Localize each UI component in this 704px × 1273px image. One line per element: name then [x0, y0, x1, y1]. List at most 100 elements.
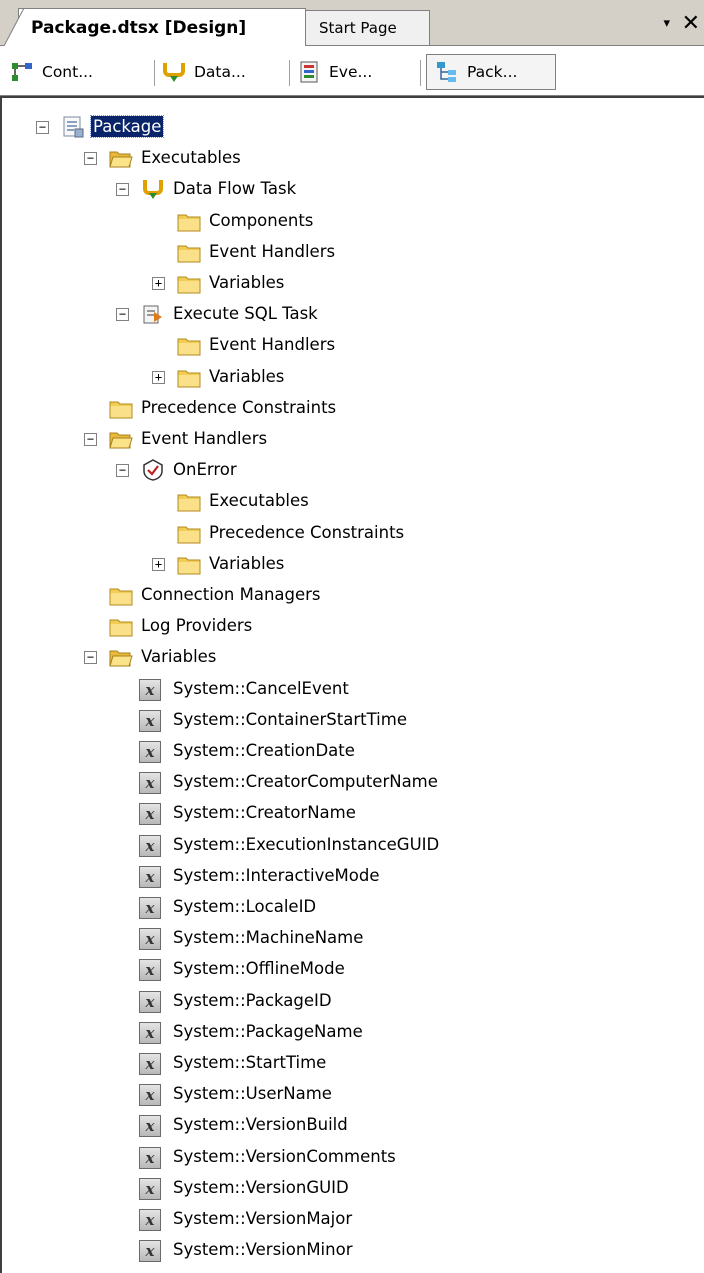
chevron-down-icon[interactable]: ▾	[663, 16, 670, 31]
tree-node-execute-sql-task[interactable]: − Execute SQL Task	[2, 299, 702, 330]
package-explorer-icon	[437, 62, 456, 82]
tree-node-label: System::CreationDate	[173, 741, 355, 760]
tree-node-data-flow-task[interactable]: − Data Flow Task	[2, 174, 702, 205]
variable-icon: x	[139, 928, 161, 950]
tree-node-variables[interactable]: + Variables	[2, 268, 702, 299]
variable-icon: x	[139, 1209, 161, 1231]
tree-node-executables[interactable]: Executables	[2, 486, 702, 517]
tree-node-onerror[interactable]: − OnError	[2, 455, 702, 486]
tree-node-system-versionmajor[interactable]: x System::VersionMajor	[2, 1204, 702, 1235]
collapse-icon[interactable]: −	[116, 308, 129, 321]
tree-node-components[interactable]: Components	[2, 206, 702, 237]
folder-icon	[177, 242, 201, 264]
tree-node-label: Executables	[209, 491, 309, 510]
package-icon	[61, 116, 85, 138]
tree-node-system-starttime[interactable]: x System::StartTime	[2, 1048, 702, 1079]
folder-icon	[109, 585, 133, 607]
tree-node-system-username[interactable]: x System::UserName	[2, 1079, 702, 1110]
tree-node-event-handlers[interactable]: − Event Handlers	[2, 424, 702, 455]
tree-node-label: System::ContainerStartTime	[173, 710, 407, 729]
tab-package-design[interactable]: Package.dtsx [Design]	[18, 8, 306, 46]
collapse-icon[interactable]: −	[84, 433, 97, 446]
tree-node-precedence-constraints[interactable]: Precedence Constraints	[2, 518, 702, 549]
expand-icon[interactable]: +	[152, 371, 165, 384]
tree-node-label: System::CreatorComputerName	[173, 772, 438, 791]
tree-node-system-creationdate[interactable]: x System::CreationDate	[2, 736, 702, 767]
tree-node-label: System::VersionGUID	[173, 1178, 349, 1197]
tab-control-flow[interactable]: Cont...	[10, 54, 93, 90]
variable-icon: x	[139, 1178, 161, 1200]
collapse-icon[interactable]: −	[116, 464, 129, 477]
tab-separator	[420, 60, 421, 86]
tab-event-handlers[interactable]: Eve...	[297, 54, 372, 90]
tree-node-label: System::InteractiveMode	[173, 866, 380, 885]
close-icon[interactable]: ✕	[682, 11, 700, 36]
tree-node-system-creatorname[interactable]: x System::CreatorName	[2, 798, 702, 829]
tree-node-label: System::VersionMinor	[173, 1240, 353, 1259]
tab-package-explorer[interactable]: Pack...	[426, 54, 556, 90]
tree-node-label: System::StartTime	[173, 1053, 327, 1072]
tree-node-event-handlers[interactable]: Event Handlers	[2, 330, 702, 361]
variable-icon: x	[139, 772, 161, 794]
tab-edge-decoration	[4, 8, 24, 46]
variable-icon: x	[139, 1115, 161, 1137]
tree-node-system-creatorcomputername[interactable]: x System::CreatorComputerName	[2, 767, 702, 798]
tree-node-label: Components	[209, 211, 314, 230]
variable-icon: x	[139, 1240, 161, 1262]
tree-node-system-packagename[interactable]: x System::PackageName	[2, 1017, 702, 1048]
tree-node-variables[interactable]: − Variables	[2, 642, 702, 673]
tree-node-system-cancelevent[interactable]: x System::CancelEvent	[2, 674, 702, 705]
tree-node-system-packageid[interactable]: x System::PackageID	[2, 986, 702, 1017]
tree-node-label: System::VersionBuild	[173, 1115, 348, 1134]
tree-node-system-versionminor[interactable]: x System::VersionMinor	[2, 1235, 702, 1266]
tree-node-precedence-constraints[interactable]: Precedence Constraints	[2, 393, 702, 424]
expand-icon[interactable]: +	[152, 277, 165, 290]
collapse-icon[interactable]: −	[36, 121, 49, 134]
tree-node-system-localeid[interactable]: x System::LocaleID	[2, 892, 702, 923]
folder-icon	[177, 554, 201, 576]
tree-node-executables[interactable]: − Executables	[2, 143, 702, 174]
folder-icon	[177, 335, 201, 357]
variable-icon: x	[139, 866, 161, 888]
event-handlers-icon	[300, 61, 318, 83]
tab-start-page[interactable]: Start Page	[296, 10, 430, 45]
tab-label: Package.dtsx [Design]	[31, 17, 247, 38]
tree-node-system-executioninstanceguid[interactable]: x System::ExecutionInstanceGUID	[2, 830, 702, 861]
tree-node-system-offlinemode[interactable]: x System::OfflineMode	[2, 954, 702, 985]
tree-node-system-versioncomments[interactable]: x System::VersionComments	[2, 1142, 702, 1173]
view-tab-label: Cont...	[42, 63, 93, 81]
expand-icon[interactable]: +	[152, 558, 165, 571]
tree-node-variables[interactable]: + Variables	[2, 362, 702, 393]
tree-node-system-interactivemode[interactable]: x System::InteractiveMode	[2, 861, 702, 892]
tree-node-label: Log Providers	[141, 616, 253, 635]
variable-icon: x	[139, 897, 161, 919]
tree-node-label: OnError	[173, 460, 237, 479]
tree-node-label: Variables	[141, 647, 217, 666]
folder-icon	[177, 273, 201, 295]
tree-node-event-handlers[interactable]: Event Handlers	[2, 237, 702, 268]
tree-node-package[interactable]: − Package	[2, 112, 702, 143]
tree-node-label: System::ExecutionInstanceGUID	[173, 835, 440, 854]
tree-node-variables[interactable]: + Variables	[2, 549, 702, 580]
execute-sql-task-icon	[141, 303, 165, 325]
tree-node-log-providers[interactable]: Log Providers	[2, 611, 702, 642]
explorer-view-tabs: Cont... Data... Eve... Pack...	[0, 46, 704, 96]
tab-data-flow[interactable]: Data...	[162, 54, 246, 90]
folder-open-icon	[109, 646, 133, 668]
variable-icon: x	[139, 835, 161, 857]
collapse-icon[interactable]: −	[116, 183, 129, 196]
folder-icon	[177, 367, 201, 389]
folder-open-icon	[109, 147, 133, 169]
tree-node-system-versionbuild[interactable]: x System::VersionBuild	[2, 1110, 702, 1141]
tab-separator	[289, 60, 290, 86]
variable-icon: x	[139, 1022, 161, 1044]
collapse-icon[interactable]: −	[84, 152, 97, 165]
tree-node-system-machinename[interactable]: x System::MachineName	[2, 923, 702, 954]
variable-icon: x	[139, 710, 161, 732]
tree-node-label: Data Flow Task	[173, 179, 297, 198]
tree-node-connection-managers[interactable]: Connection Managers	[2, 580, 702, 611]
variable-icon: x	[139, 803, 161, 825]
tree-node-system-versionguid[interactable]: x System::VersionGUID	[2, 1173, 702, 1204]
collapse-icon[interactable]: −	[84, 651, 97, 664]
tree-node-system-containerstarttime[interactable]: x System::ContainerStartTime	[2, 705, 702, 736]
